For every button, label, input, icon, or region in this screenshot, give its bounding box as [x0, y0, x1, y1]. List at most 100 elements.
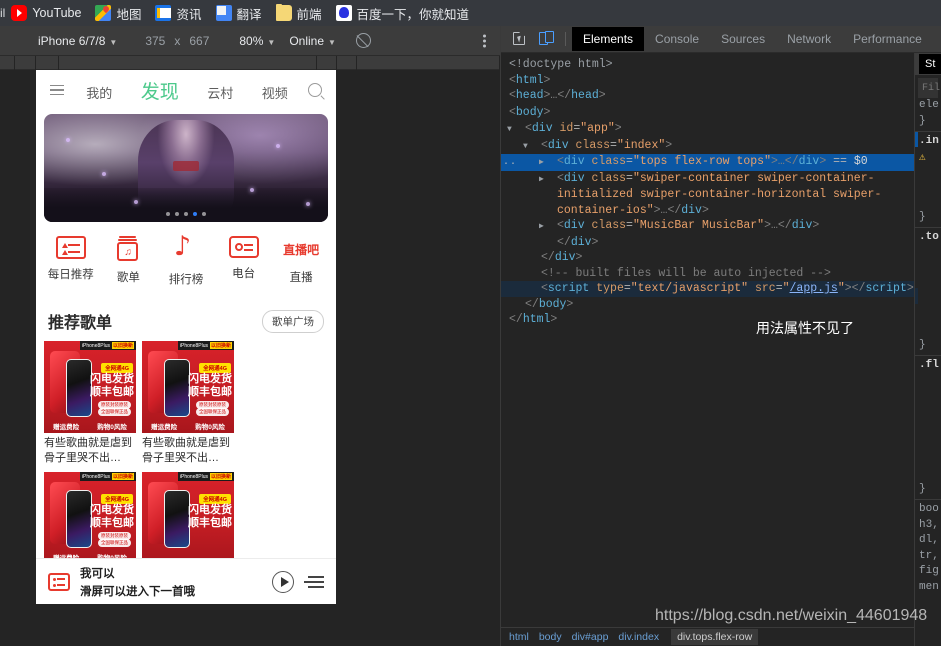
tab-performance[interactable]: Performance — [842, 27, 933, 51]
dom-node-markup: <html> — [509, 73, 551, 87]
bookmark-label: 前端 — [296, 7, 322, 22]
dom-node-line[interactable]: ▶ <div class="MusicBar MusicBar">…</div> — [501, 218, 915, 235]
dom-node-line[interactable]: </div> — [501, 235, 915, 251]
playlist-card[interactable]: iPhone8Plus 以旧换新 全网通4G 闪电发货 顺丰包邮 原装封装原装 全国… — [44, 341, 136, 466]
expand-triangle-icon[interactable]: ▶ — [539, 219, 557, 235]
dom-node-line[interactable]: ▼ <div id="app"> — [501, 121, 915, 138]
cover-4g-tag: 全网通4G — [101, 494, 133, 504]
dom-node-line[interactable]: ▶<head>…</head> — [501, 88, 915, 105]
playlist-cover: iPhone8Plus 以旧换新 全网通4G 闪电发货 顺丰包邮 原装封装原装 全国… — [142, 341, 234, 433]
playlist-red-icon[interactable] — [48, 572, 70, 591]
dom-node-line[interactable]: ▼ <div class="index"> — [501, 138, 915, 155]
device-selector-value: iPhone 6/7/8 — [38, 33, 106, 48]
bookmark-maps[interactable]: 地图 — [95, 4, 141, 23]
carousel-dots[interactable] — [166, 212, 206, 216]
zoom-selector[interactable]: 80% ▼ — [239, 34, 275, 48]
dom-node-markup: <!doctype html> — [509, 58, 613, 71]
toolbar-divider — [565, 32, 566, 46]
bookmark-folder-frontend[interactable]: 前端 — [275, 4, 322, 23]
play-circle-icon[interactable] — [272, 570, 294, 593]
inspect-element-icon[interactable] — [507, 29, 531, 49]
bookmark-news[interactable]: 资讯 — [155, 4, 202, 23]
cover-big-text: 闪电发货 顺丰包邮 — [90, 504, 134, 529]
category-live[interactable]: 直播吧 直播 — [274, 236, 328, 285]
dom-node-markup: <div class="swiper-container swiper-cont… — [557, 171, 882, 217]
queue-list-icon[interactable] — [304, 575, 324, 588]
banner-carousel[interactable] — [44, 114, 328, 222]
nav-tab-discover[interactable]: 发现 — [141, 77, 179, 104]
youtube-icon — [11, 5, 28, 21]
tab-network[interactable]: Network — [776, 27, 842, 51]
live-text-icon: 直播吧 — [279, 236, 323, 262]
dom-node-line[interactable]: ▼<body> — [501, 105, 915, 122]
bookmark-translate[interactable]: 翻译 — [215, 4, 262, 23]
dom-node-line[interactable]: <!-- built files will be auto injected -… — [501, 266, 915, 282]
breadcrumb-div-index[interactable]: div.index — [618, 631, 669, 643]
device-height-input[interactable]: 667 — [189, 34, 209, 48]
playlist-card[interactable]: iPhone8Plus 以旧换新 全网通4G 闪电发货 顺丰包邮 原装封装原装 全国… — [142, 341, 234, 466]
styles-selector: .in — [919, 135, 939, 147]
breadcrumb-div-tops[interactable]: div.tops.flex-row — [671, 629, 759, 645]
dom-node-line[interactable]: <!doctype html> — [501, 57, 915, 73]
device-ruler — [0, 56, 500, 70]
bookmark-youtube[interactable]: YouTube — [11, 5, 81, 21]
tab-sources[interactable]: Sources — [710, 27, 776, 51]
playlist-icon: ♫ — [115, 236, 141, 262]
styles-filter-input[interactable]: Fil — [918, 78, 940, 98]
app-top-nav: 我的 发现 云村 视频 — [36, 70, 336, 110]
dom-node-line[interactable]: </div> — [501, 250, 915, 266]
tab-console[interactable]: Console — [644, 27, 710, 51]
cover-bottom-bar: 赠运费险购物0风险 — [151, 424, 225, 431]
device-selector[interactable]: iPhone 6/7/8 ▼ — [38, 34, 117, 48]
devtools-tabbar: Elements Console Sources Network Perform… — [501, 26, 941, 53]
bookmark-baidu[interactable]: 百度一下，你就知道 — [335, 4, 469, 23]
expand-triangle-icon[interactable]: ▶ — [539, 172, 557, 188]
collapse-triangle-icon[interactable]: ▼ — [507, 122, 525, 138]
kebab-menu-icon[interactable] — [483, 34, 486, 47]
category-daily-recommend[interactable]: 每日推荐 — [44, 236, 98, 282]
dom-node-line[interactable]: ···▶<div class="tops flex-row tops">…</d… — [501, 154, 915, 171]
dom-node-markup: <!-- built files will be auto injected -… — [541, 266, 831, 280]
expand-triangle-icon[interactable]: ▶ — [539, 155, 557, 171]
category-radio[interactable]: 电台 — [217, 236, 271, 281]
dom-tree[interactable]: <!doctype html> <html>▶<head>…</head>▼<bo… — [501, 53, 915, 627]
daily-recommend-icon — [55, 236, 86, 259]
collapse-triangle-icon[interactable]: ▼ — [523, 139, 541, 155]
device-emulation-pane: iPhone 6/7/8▼ 375 x 667 80%▼ Online▼ — [0, 26, 500, 646]
dom-node-markup: <div id="app"> — [525, 122, 622, 135]
nav-tab-mine[interactable]: 我的 — [86, 83, 112, 102]
breadcrumb-html[interactable]: html — [509, 631, 539, 643]
styles-line: ele — [919, 99, 939, 111]
no-rotate-icon[interactable] — [355, 33, 371, 48]
playlist-cover: iPhone8Plus 以旧换新 全网通4G 闪电发货 顺丰包邮 原装封装原装 全国… — [44, 472, 136, 564]
cover-top-tag: iPhone8Plus以旧换新 — [79, 341, 136, 350]
bookmark-label: 地图 — [116, 7, 142, 22]
category-playlist[interactable]: ♫ 歌单 — [101, 236, 155, 285]
category-ranking[interactable]: ♪ 排行榜 — [159, 231, 213, 287]
google-translate-icon — [215, 5, 232, 21]
tab-elements[interactable]: Elements — [572, 27, 645, 51]
nav-tab-video[interactable]: 视频 — [262, 83, 288, 102]
devtools-panel: Elements Console Sources Network Perform… — [500, 26, 941, 646]
device-width-input[interactable]: 375 — [145, 34, 165, 48]
device-toolbar: iPhone 6/7/8 ▼ 375 x 667 80% ▼ Online ▼ — [0, 26, 500, 56]
device-toolbar-icon[interactable] — [533, 29, 557, 49]
nav-tab-cloudvillage[interactable]: 云村 — [207, 83, 233, 102]
dom-node-line[interactable]: ▶ <div class="swiper-container swiper-con… — [501, 171, 915, 219]
tab-styles[interactable]: St — [919, 54, 941, 74]
category-label: 歌单 — [116, 272, 140, 284]
dom-node-line[interactable]: <script type="text/javascript" src="/app… — [501, 281, 915, 297]
throttling-selector[interactable]: Online ▼ — [289, 34, 336, 48]
breadcrumb-body[interactable]: body — [539, 631, 572, 643]
collapse-triangle-icon[interactable]: ▼ — [501, 106, 509, 122]
dom-node-line[interactable]: </body> — [501, 297, 915, 313]
search-icon[interactable] — [308, 83, 322, 97]
hamburger-menu-icon[interactable] — [50, 84, 66, 96]
styles-selector: .fl — [919, 359, 939, 371]
dom-node-line[interactable]: <html> — [501, 73, 915, 89]
phone-viewport: 我的 发现 云村 视频 每日推荐 ♫ 歌单 ♪ 排行榜 电台 直播吧 直播 推荐… — [36, 70, 336, 604]
playlist-square-button[interactable]: 歌单广场 — [262, 309, 324, 333]
cover-4g-tag: 全网通4G — [101, 363, 133, 373]
expand-triangle-icon[interactable]: ▶ — [501, 89, 509, 105]
breadcrumb-div-app[interactable]: div#app — [572, 631, 619, 643]
